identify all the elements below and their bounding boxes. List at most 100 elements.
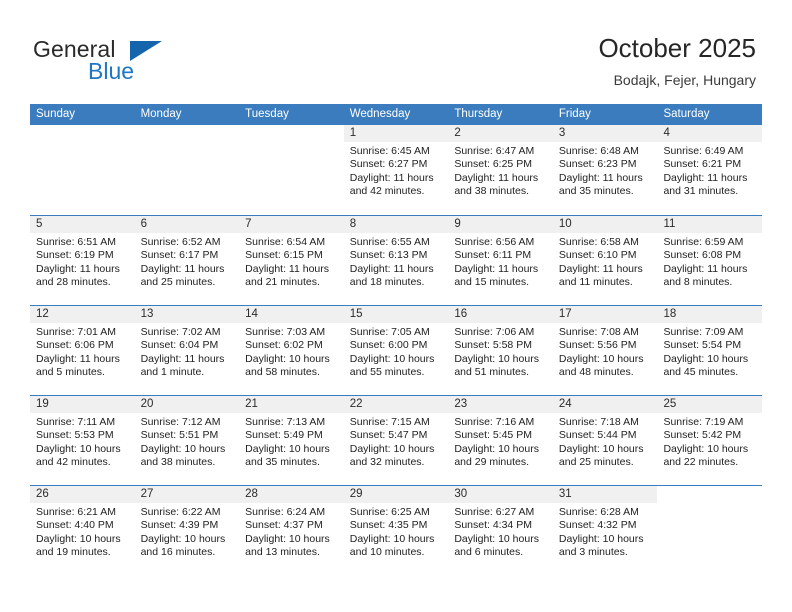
day-cell-11[interactable]: 11 Sunrise: 6:59 AM Sunset: 6:08 PM Dayligh… (657, 216, 763, 305)
day-number: 31 (558, 488, 572, 500)
day-cell-17[interactable]: 17 Sunrise: 7:08 AM Sunset: 5:56 PM Dayligh… (552, 306, 658, 395)
day-number-band: 9 (448, 216, 553, 233)
day-details: Sunrise: 7:03 AM Sunset: 6:02 PM Daylight:… (239, 323, 344, 380)
day-cell-31[interactable]: 31 Sunrise: 6:28 AM Sunset: 4:32 PM Dayligh… (552, 486, 658, 575)
daylight-text-cont: and 25 minutes. (558, 456, 634, 469)
daylight-text: Daylight: 11 hours (36, 352, 120, 365)
day-details: Sunrise: 7:02 AM Sunset: 6:04 PM Daylight:… (135, 323, 240, 380)
day-number-band: 29 (343, 486, 449, 503)
daylight-text-cont: and 10 minutes. (349, 546, 425, 559)
day-number-band: 15 (343, 306, 449, 323)
day-cell-13[interactable]: 13 Sunrise: 7:02 AM Sunset: 6:04 PM Dayligh… (134, 306, 240, 395)
daylight-text: Daylight: 10 hours (140, 532, 226, 545)
day-number-band: 14 (239, 306, 344, 323)
day-cell-7[interactable]: 7 Sunrise: 6:54 AM Sunset: 6:15 PM Daylight… (239, 216, 344, 305)
day-cell-9[interactable]: 9 Sunrise: 6:56 AM Sunset: 6:11 PM Daylight… (448, 216, 553, 305)
day-cell-28[interactable]: 28 Sunrise: 6:24 AM Sunset: 4:37 PM Dayligh… (239, 486, 344, 575)
sunset-text: Sunset: 5:45 PM (454, 429, 532, 442)
day-cell-23[interactable]: 23 Sunrise: 7:16 AM Sunset: 5:45 PM Dayligh… (448, 396, 553, 485)
day-cell-18[interactable]: 18 Sunrise: 7:09 AM Sunset: 5:54 PM Dayligh… (657, 306, 763, 395)
daylight-text-cont: and 18 minutes. (349, 276, 425, 289)
daylight-text-cont: and 25 minutes. (140, 276, 216, 289)
day-details: Sunrise: 7:09 AM Sunset: 5:54 PM Daylight:… (657, 323, 762, 380)
day-cell-3[interactable]: 3 Sunrise: 6:48 AM Sunset: 6:23 PM Daylight… (552, 125, 658, 215)
daylight-text: Daylight: 10 hours (663, 442, 749, 455)
day-cell-14[interactable]: 14 Sunrise: 7:03 AM Sunset: 6:02 PM Dayligh… (239, 306, 344, 395)
day-number-band: 2 (448, 125, 553, 142)
day-details: Sunrise: 6:59 AM Sunset: 6:08 PM Daylight:… (657, 233, 762, 290)
day-number-band: 21 (239, 396, 344, 413)
daylight-text: Daylight: 10 hours (245, 532, 330, 545)
day-number-band: 16 (448, 306, 553, 323)
sunrise-text: Sunrise: 6:59 AM (663, 236, 744, 248)
daylight-text: Daylight: 11 hours (663, 171, 748, 184)
day-number: 24 (558, 398, 572, 410)
day-cell-2[interactable]: 2 Sunrise: 6:47 AM Sunset: 6:25 PM Daylight… (448, 125, 553, 215)
daylight-text-cont: and 51 minutes. (454, 366, 530, 379)
day-number-band: 7 (239, 216, 344, 233)
day-details: Sunrise: 6:28 AM Sunset: 4:32 PM Daylight:… (553, 503, 658, 560)
day-cell-21[interactable]: 21 Sunrise: 7:13 AM Sunset: 5:49 PM Dayligh… (239, 396, 344, 485)
weekday-header-tuesday: Tuesday (245, 108, 289, 120)
day-cell-24[interactable]: 24 Sunrise: 7:18 AM Sunset: 5:44 PM Dayligh… (552, 396, 658, 485)
day-cell-25[interactable]: 25 Sunrise: 7:19 AM Sunset: 5:42 PM Dayligh… (657, 396, 763, 485)
day-cell-20[interactable]: 20 Sunrise: 7:12 AM Sunset: 5:51 PM Dayligh… (134, 396, 240, 485)
day-cell-10[interactable]: 10 Sunrise: 6:58 AM Sunset: 6:10 PM Dayligh… (552, 216, 658, 305)
weekday-header-sunday: Sunday (36, 108, 76, 120)
day-number: 7 (245, 218, 252, 230)
day-cell-16[interactable]: 16 Sunrise: 7:06 AM Sunset: 5:58 PM Dayligh… (448, 306, 553, 395)
day-details (239, 142, 344, 145)
day-cell-4[interactable]: 4 Sunrise: 6:49 AM Sunset: 6:21 PM Daylight… (657, 125, 763, 215)
sunrise-text: Sunrise: 6:54 AM (245, 236, 326, 248)
day-cell-26[interactable]: 26 Sunrise: 6:21 AM Sunset: 4:40 PM Dayligh… (30, 486, 135, 575)
general-blue-logo[interactable]: General Blue (33, 36, 263, 92)
sunrise-text: Sunrise: 7:18 AM (558, 416, 639, 428)
day-number: 17 (558, 308, 572, 320)
day-cell-15[interactable]: 15 Sunrise: 7:05 AM Sunset: 6:00 PM Dayligh… (343, 306, 449, 395)
day-details: Sunrise: 6:48 AM Sunset: 6:23 PM Daylight:… (553, 142, 658, 199)
sunset-text: Sunset: 6:02 PM (245, 339, 323, 352)
day-details: Sunrise: 7:08 AM Sunset: 5:56 PM Daylight:… (553, 323, 658, 380)
day-cell-29[interactable]: 29 Sunrise: 6:25 AM Sunset: 4:35 PM Dayligh… (343, 486, 449, 575)
sunset-text: Sunset: 4:34 PM (454, 519, 532, 532)
day-number-band: 28 (239, 486, 344, 503)
day-details: Sunrise: 6:22 AM Sunset: 4:39 PM Daylight:… (135, 503, 240, 560)
sunset-text: Sunset: 6:17 PM (140, 249, 219, 262)
day-number-band: 17 (552, 306, 658, 323)
day-details: Sunrise: 6:58 AM Sunset: 6:10 PM Daylight:… (553, 233, 658, 290)
day-number: 21 (245, 398, 258, 410)
calendar-weeks: 1 Sunrise: 6:45 AM Sunset: 6:27 PM Daylight… (30, 125, 763, 575)
day-number-band: 20 (134, 396, 240, 413)
day-cell-5[interactable]: 5 Sunrise: 6:51 AM Sunset: 6:19 PM Daylight… (30, 216, 135, 305)
daylight-text-cont: and 29 minutes. (454, 456, 530, 469)
daylight-text-cont: and 45 minutes. (663, 366, 739, 379)
day-details: Sunrise: 6:45 AM Sunset: 6:27 PM Daylight:… (344, 142, 449, 199)
day-number-band: 5 (30, 216, 135, 233)
day-cell-8[interactable]: 8 Sunrise: 6:55 AM Sunset: 6:13 PM Daylight… (343, 216, 449, 305)
day-details: Sunrise: 6:56 AM Sunset: 6:11 PM Daylight:… (448, 233, 553, 290)
day-cell-19[interactable]: 19 Sunrise: 7:11 AM Sunset: 5:53 PM Dayligh… (30, 396, 135, 485)
day-details: Sunrise: 7:15 AM Sunset: 5:47 PM Daylight:… (344, 413, 449, 470)
day-details (135, 142, 240, 145)
day-cell-12[interactable]: 12 Sunrise: 7:01 AM Sunset: 6:06 PM Dayligh… (30, 306, 135, 395)
day-number: 6 (140, 218, 147, 230)
day-cell-22[interactable]: 22 Sunrise: 7:15 AM Sunset: 5:47 PM Dayligh… (343, 396, 449, 485)
sunrise-text: Sunrise: 6:22 AM (140, 506, 221, 518)
sunset-text: Sunset: 4:35 PM (349, 519, 428, 532)
day-number-band: 23 (448, 396, 553, 413)
sunset-text: Sunset: 6:21 PM (663, 158, 742, 171)
daylight-text-cont: and 13 minutes. (245, 546, 320, 559)
sunset-text: Sunset: 6:23 PM (558, 158, 637, 171)
day-details: Sunrise: 6:55 AM Sunset: 6:13 PM Daylight:… (344, 233, 449, 290)
daylight-text-cont: and 58 minutes. (245, 366, 320, 379)
daylight-text: Daylight: 11 hours (36, 262, 120, 275)
day-cell-1[interactable]: 1 Sunrise: 6:45 AM Sunset: 6:27 PM Daylight… (343, 125, 449, 215)
daylight-text: Daylight: 10 hours (663, 352, 749, 365)
day-number-band: 31 (552, 486, 658, 503)
day-number: 23 (454, 398, 468, 410)
day-cell-27[interactable]: 27 Sunrise: 6:22 AM Sunset: 4:39 PM Dayligh… (134, 486, 240, 575)
day-cell-6[interactable]: 6 Sunrise: 6:52 AM Sunset: 6:17 PM Daylight… (134, 216, 240, 305)
daylight-text-cont: and 21 minutes. (245, 276, 320, 289)
day-number: 14 (245, 308, 258, 320)
day-cell-30[interactable]: 30 Sunrise: 6:27 AM Sunset: 4:34 PM Dayligh… (448, 486, 553, 575)
